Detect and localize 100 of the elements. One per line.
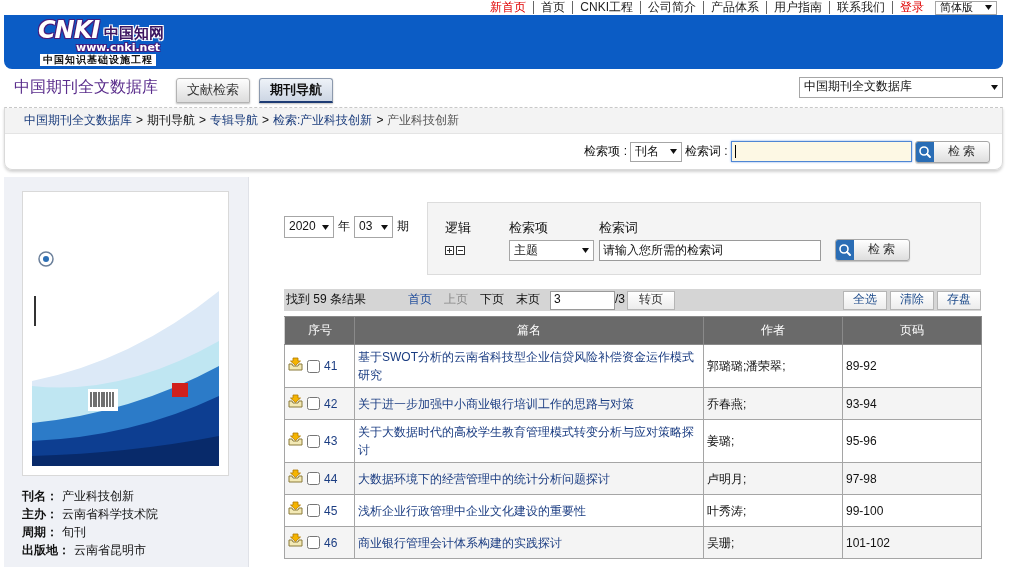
database-dropdown[interactable]: 中国期刊全文数据库 — [799, 76, 1003, 98]
row-checkbox[interactable] — [307, 434, 320, 448]
top-nav-link[interactable]: 登录 — [892, 1, 931, 14]
search-field-dropdown[interactable]: 刊名 — [630, 141, 682, 162]
info-label: 刊名： — [22, 489, 58, 503]
search-button[interactable]: 检 索 — [914, 140, 990, 163]
top-nav-link[interactable]: CNKI工程 — [572, 1, 640, 14]
pager-link[interactable]: 首页 — [408, 292, 432, 308]
results-count: 找到 59 条结果 — [286, 292, 366, 308]
go-page-button[interactable]: 转页 — [627, 290, 676, 310]
caret-icon — [381, 224, 388, 230]
author-names: 卢明月; — [707, 471, 747, 486]
info-label: 出版地： — [22, 543, 70, 557]
download-icon[interactable] — [288, 501, 303, 515]
column-header: 篇名 — [354, 316, 704, 345]
breadcrumb-link[interactable]: 检索:产业科技创新 — [273, 112, 373, 129]
logo-url: www.cnki.net — [76, 42, 161, 54]
search-field-dropdown[interactable]: 主题 — [509, 240, 594, 261]
breadcrumb-text: 期刊导航 — [147, 112, 195, 129]
search-button[interactable]: 检 索 — [835, 239, 911, 261]
top-nav-link[interactable]: 联系我们 — [829, 1, 892, 14]
page-number-field[interactable]: 3 — [550, 290, 615, 310]
issue-dropdown[interactable]: 03 — [354, 216, 393, 238]
search-term-field[interactable]: 请输入您所需的检索词 — [599, 240, 821, 261]
logic-label: 逻辑 — [445, 220, 472, 237]
row-checkbox[interactable] — [307, 359, 320, 373]
caret-icon — [582, 248, 589, 253]
logo-letters: CNKI — [38, 18, 100, 42]
pager-link[interactable]: 下页 — [480, 292, 504, 308]
download-icon[interactable] — [288, 431, 303, 446]
search-icon — [915, 141, 934, 162]
download-icon[interactable] — [288, 469, 303, 483]
info-label: 周期： — [22, 525, 58, 539]
author-names: 乔春燕; — [707, 396, 747, 411]
search-term-label: 检索词 — [599, 220, 639, 237]
page-range: 95-96 — [846, 434, 877, 448]
download-icon[interactable] — [288, 356, 303, 371]
plus-box-icon[interactable] — [445, 246, 454, 255]
top-nav-link[interactable]: 产品体系 — [703, 1, 766, 14]
language-dropdown[interactable]: 简体版 — [935, 0, 997, 15]
page-range: 93-94 — [846, 396, 877, 411]
author-names: 吴珊; — [707, 535, 735, 550]
top-nav-link[interactable]: 新首页 — [483, 1, 534, 14]
row-number-link[interactable]: 41 — [324, 357, 338, 375]
page-range: 101-102 — [846, 535, 891, 550]
search-term-field[interactable] — [730, 141, 912, 162]
search-field-label: 检索项 : — [584, 143, 627, 160]
info-value: 云南省科学技术院 — [62, 507, 158, 521]
info-label: 主办： — [22, 507, 58, 521]
column-header: 作者 — [703, 316, 843, 345]
row-number-link[interactable]: 45 — [324, 501, 338, 520]
download-icon[interactable] — [288, 533, 303, 547]
row-number-link[interactable]: 42 — [324, 394, 338, 413]
minus-box-icon[interactable] — [456, 246, 465, 255]
breadcrumb-link[interactable]: 专辑导航 — [210, 112, 259, 129]
caret-icon — [985, 5, 992, 10]
row-number-link[interactable]: 44 — [324, 469, 338, 488]
author-names: 叶秀涛; — [707, 503, 747, 518]
page-range: 97-98 — [846, 471, 877, 486]
search-field-label: 检索项 — [509, 220, 549, 237]
caret-icon — [991, 84, 998, 90]
column-header: 页码 — [842, 316, 982, 345]
info-value: 旬刊 — [62, 525, 86, 539]
row-number-link[interactable]: 43 — [324, 432, 338, 450]
download-icon[interactable] — [288, 394, 303, 408]
toolbar-button[interactable]: 存盘 — [937, 290, 981, 310]
tab[interactable]: 期刊导航 — [259, 78, 333, 103]
toolbar-button[interactable]: 全选 — [843, 290, 887, 310]
info-value: 云南省昆明市 — [74, 543, 146, 557]
logo-chinese-name: 中国知网 — [104, 24, 165, 42]
info-value: 产业科技创新 — [62, 489, 134, 503]
caret-icon — [322, 224, 329, 230]
pager-link[interactable]: 末页 — [516, 292, 540, 308]
logo-tagline: 中国知识基础设施工程 — [40, 54, 156, 66]
toolbar-button[interactable]: 清除 — [890, 290, 934, 310]
row-checkbox[interactable] — [307, 472, 320, 485]
breadcrumb-separator: > — [136, 112, 143, 129]
breadcrumb-separator: > — [262, 112, 270, 129]
year-dropdown[interactable]: 2020 — [284, 216, 334, 238]
year-unit-label: 年 — [338, 219, 350, 235]
breadcrumb-separator: > — [376, 112, 384, 129]
top-nav-link[interactable]: 公司简介 — [640, 1, 703, 14]
top-nav-link[interactable]: 用户指南 — [766, 1, 829, 14]
author-names: 姜璐; — [707, 434, 735, 448]
database-title: 中国期刊全文数据库 — [14, 76, 158, 97]
caret-icon — [670, 149, 677, 154]
page-range: 99-100 — [846, 503, 884, 518]
tab[interactable]: 文献检索 — [176, 78, 250, 103]
breadcrumb-link[interactable]: 中国期刊全文数据库 — [24, 112, 132, 129]
search-term-label: 检索词 : — [685, 143, 728, 160]
column-header: 序号 — [284, 316, 355, 345]
breadcrumb-separator: > — [199, 112, 207, 129]
author-names: 郭璐璐;潘荣翠; — [707, 359, 786, 373]
top-nav-link[interactable]: 首页 — [533, 1, 573, 14]
row-checkbox[interactable] — [307, 536, 320, 549]
row-checkbox[interactable] — [307, 504, 320, 517]
row-number-link[interactable]: 46 — [324, 533, 338, 552]
search-icon — [836, 240, 854, 260]
page-range: 89-92 — [846, 359, 877, 373]
row-checkbox[interactable] — [307, 397, 320, 410]
